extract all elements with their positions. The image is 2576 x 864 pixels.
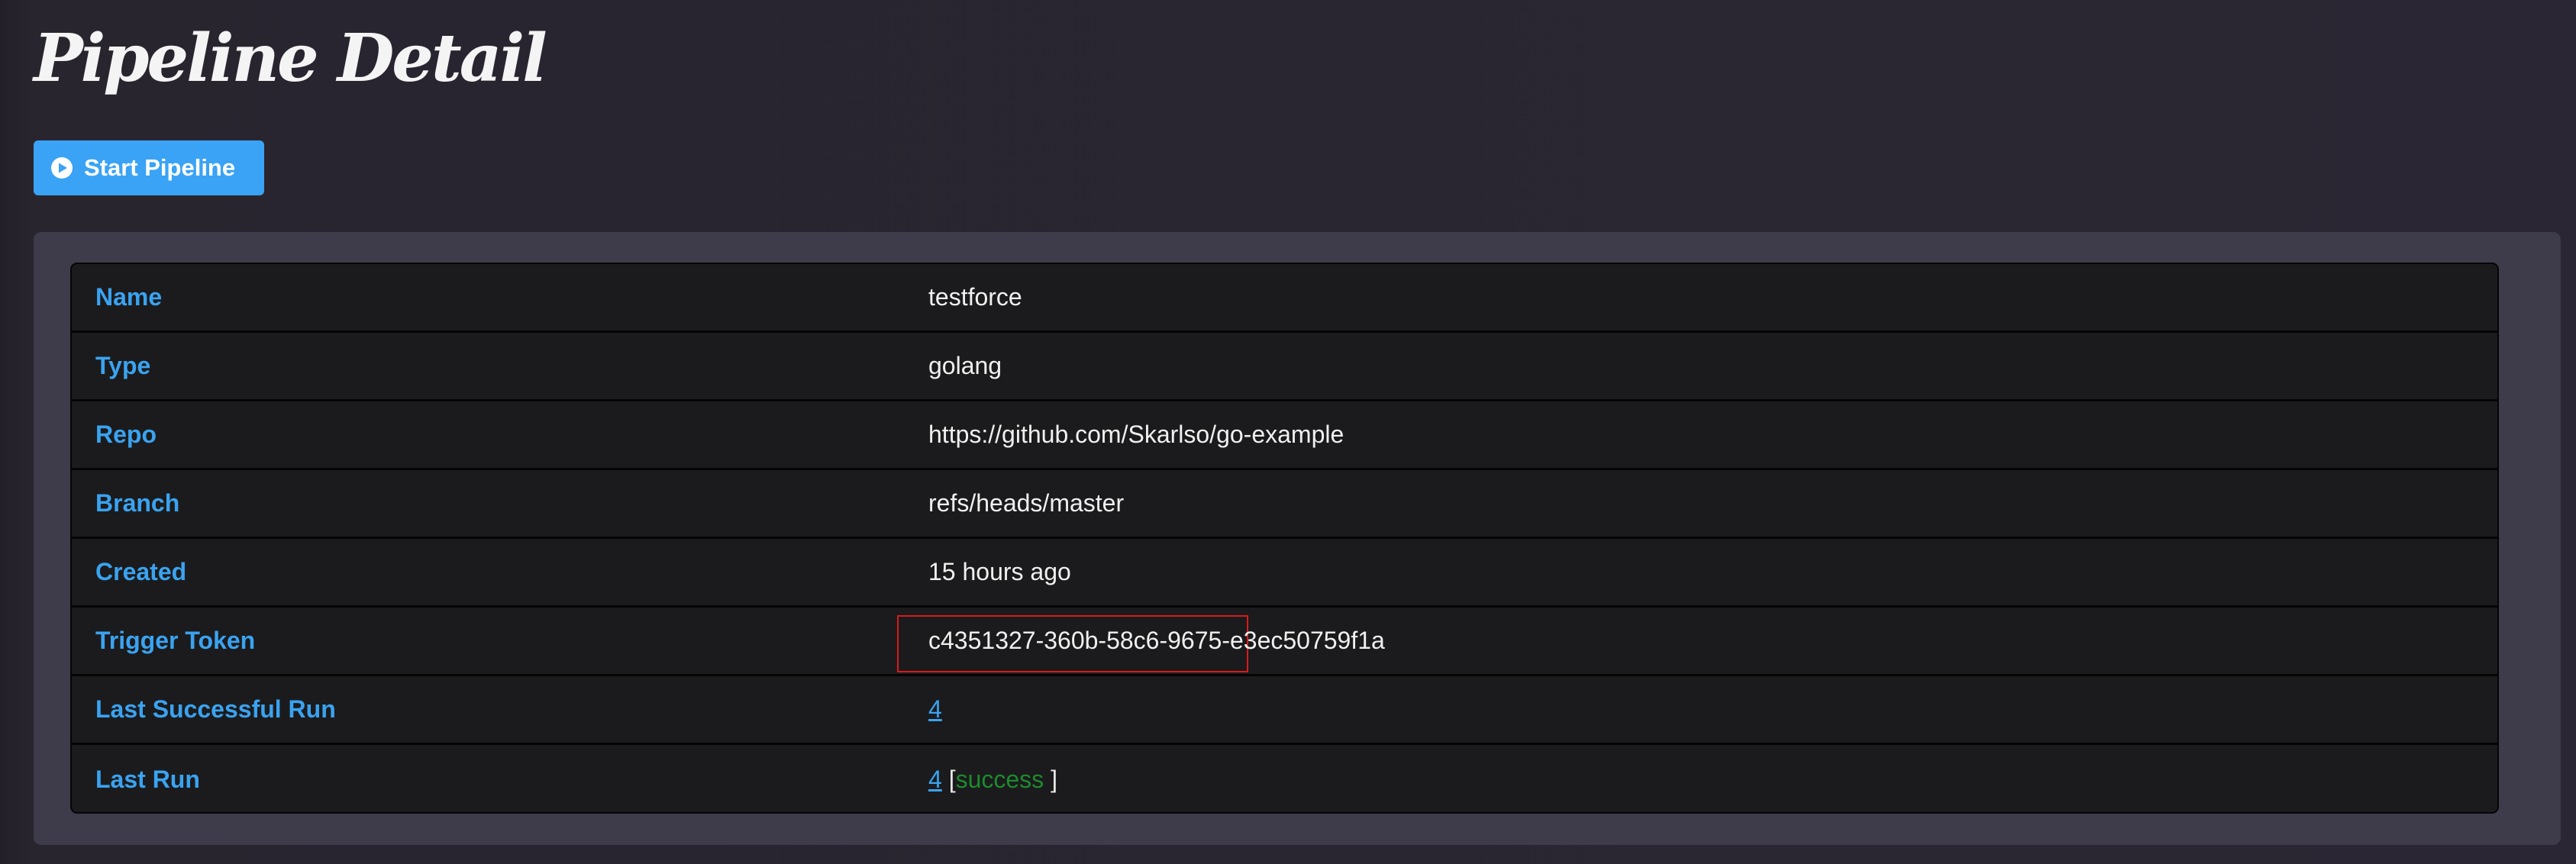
table-row-last-successful-run: Last Successful Run 4: [72, 676, 2497, 745]
last-run-status-badge: success: [955, 765, 1044, 793]
row-label: Trigger Token: [95, 627, 256, 654]
table-row-trigger-token: Trigger Token c4351327-360b-58c6-9675-e3…: [72, 608, 2497, 676]
start-pipeline-label: Start Pipeline: [84, 154, 236, 181]
last-successful-run-link[interactable]: 4: [928, 695, 942, 723]
row-label: Last Successful Run: [95, 695, 336, 723]
pipeline-detail-card: Name testforce Type golang Repo https://…: [34, 232, 2561, 845]
pipeline-type-value: golang: [928, 352, 1002, 379]
table-row-branch: Branch refs/heads/master: [72, 470, 2497, 539]
pipeline-detail-table: Name testforce Type golang Repo https://…: [70, 263, 2499, 814]
table-row-name: Name testforce: [72, 264, 2497, 333]
row-label: Name: [95, 283, 163, 311]
status-open-bracket: [: [948, 765, 956, 793]
page-title: Pipeline Detail: [34, 20, 547, 97]
start-pipeline-button[interactable]: Start Pipeline: [34, 140, 264, 195]
table-row-created: Created 15 hours ago: [72, 539, 2497, 608]
pipeline-repo-value: https://github.com/Skarlso/go-example: [928, 421, 1344, 448]
pipeline-name-value: testforce: [928, 283, 1022, 311]
trigger-token-value: c4351327-360b-58c6-9675-e3ec50759f1a: [928, 627, 1385, 654]
play-circle-icon: [50, 156, 73, 179]
status-close-bracket: ]: [1044, 765, 1057, 793]
table-row-repo: Repo https://github.com/Skarlso/go-examp…: [72, 401, 2497, 470]
row-label: Last Run: [95, 765, 200, 793]
table-row-last-run: Last Run 4 [success ]: [72, 745, 2497, 812]
pipeline-created-value: 15 hours ago: [928, 558, 1071, 585]
last-run-link[interactable]: 4: [928, 766, 942, 793]
row-label: Branch: [95, 489, 180, 517]
table-row-type: Type golang: [72, 333, 2497, 401]
row-label: Created: [95, 558, 187, 585]
row-label: Type: [95, 352, 151, 379]
row-label: Repo: [95, 421, 157, 448]
pipeline-branch-value: refs/heads/master: [928, 489, 1125, 517]
